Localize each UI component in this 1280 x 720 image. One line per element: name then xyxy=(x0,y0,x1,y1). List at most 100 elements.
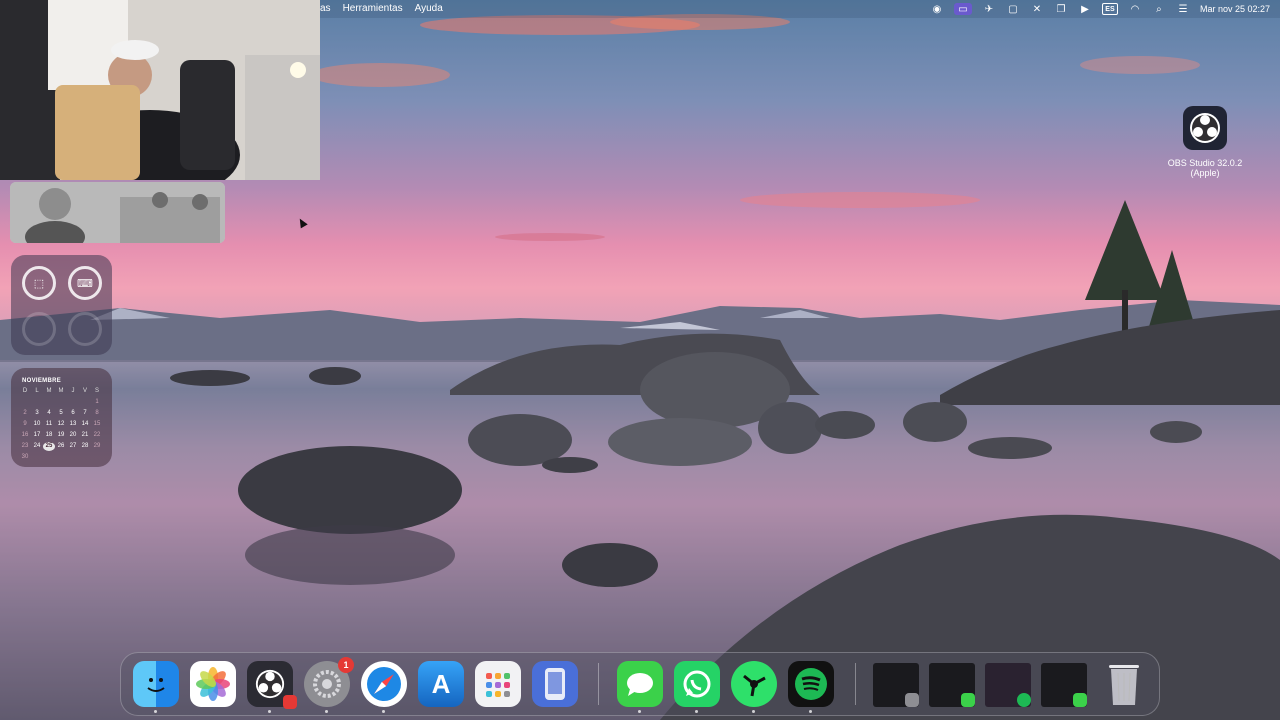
recording-indicator-icon xyxy=(283,695,297,709)
notification-badge: 1 xyxy=(338,657,354,673)
safari-icon xyxy=(367,667,401,701)
dock-settings[interactable]: 1 xyxy=(304,657,354,713)
simulator-icon xyxy=(545,668,565,700)
window-icon[interactable]: ❐ xyxy=(1054,3,1068,15)
display-icon[interactable]: ▢ xyxy=(1006,3,1020,15)
calendar-day: 3 xyxy=(35,410,39,416)
spotlight-icon[interactable]: ⌕ xyxy=(1152,3,1166,15)
dock-appstore[interactable]: A xyxy=(418,661,464,707)
calendar-weekday: D xyxy=(22,388,28,394)
calendar-day: 30 xyxy=(21,454,29,460)
window-thumb-4[interactable] xyxy=(1041,663,1087,707)
dock-obs[interactable] xyxy=(247,661,297,713)
calendar-day: 15 xyxy=(93,421,101,427)
control-center-icon[interactable]: ☰ xyxy=(1176,3,1190,15)
calendar-weekday: L xyxy=(35,388,39,394)
calendar-day xyxy=(43,453,55,462)
mute-icon[interactable]: ✕ xyxy=(1030,3,1044,15)
calendar-weekday: J xyxy=(71,388,75,394)
launchpad-icon xyxy=(486,673,510,697)
window-thumb-1[interactable] xyxy=(873,663,919,707)
calendar-day: 21 xyxy=(81,432,89,438)
keyboard-icon: ⌨ xyxy=(77,277,93,290)
calendar-weekday: M xyxy=(58,388,64,394)
calendar-today: 25 xyxy=(43,442,55,451)
dock-photos[interactable] xyxy=(190,661,236,707)
finder-icon xyxy=(147,678,165,692)
calendar-day: 1 xyxy=(95,399,99,405)
calendar-day xyxy=(55,453,67,462)
dock-launchpad[interactable] xyxy=(475,661,521,707)
dock-spotify[interactable] xyxy=(788,661,834,713)
calendar-day: 8 xyxy=(95,410,99,416)
secondary-camera-image xyxy=(10,182,225,243)
calendar-day: 14 xyxy=(81,421,89,427)
dock-whatsapp[interactable] xyxy=(674,661,720,713)
calendar-day: 27 xyxy=(69,443,77,449)
secondary-camera-overlay xyxy=(10,182,225,243)
messages-icon xyxy=(961,693,975,707)
dock-simulator[interactable] xyxy=(532,661,578,707)
obs-status-icon[interactable]: ◉ xyxy=(930,3,944,15)
spotify-icon xyxy=(1017,693,1031,707)
input-source-icon[interactable]: ES xyxy=(1101,3,1118,15)
calendar-day xyxy=(43,398,55,407)
menu-item-partial[interactable]: as xyxy=(320,3,331,14)
calendar-day xyxy=(79,398,91,407)
calendar-weekday: S xyxy=(94,388,99,394)
empty-battery-slot xyxy=(22,312,56,346)
vpn-icon[interactable]: ✈ xyxy=(982,3,996,15)
calendar-weekday: M xyxy=(46,388,52,394)
window-thumb-2[interactable] xyxy=(929,663,975,707)
calendar-day xyxy=(79,453,91,462)
dock-separator xyxy=(855,663,856,705)
settings-icon xyxy=(313,670,341,698)
calendar-day: 7 xyxy=(83,410,87,416)
calendar-day: 19 xyxy=(57,432,65,438)
running-indicator xyxy=(638,710,641,713)
menu-item-herramientas[interactable]: Herramientas xyxy=(343,3,403,14)
running-indicator xyxy=(382,710,385,713)
calendar-day: 4 xyxy=(47,410,51,416)
batteries-widget[interactable]: ⬚ ⌨ xyxy=(11,255,112,355)
webcam-feed-image xyxy=(0,0,320,180)
calendar-widget[interactable]: NOVIEMBRE D L M M J V S 1 2 3 4 5 6 7 8 9 10 11 12 13 14 15 16… xyxy=(11,368,112,467)
mouse-battery-ring: ⬚ xyxy=(22,266,56,300)
dock-safari[interactable] xyxy=(361,661,407,713)
calendar-day: 28 xyxy=(81,443,89,449)
dock-trash[interactable] xyxy=(1101,661,1147,707)
desktop-icon-label: OBS Studio 32.0.2 xyxy=(1167,158,1243,168)
screen-record-icon[interactable]: ▭ xyxy=(953,3,972,15)
dock-messages[interactable] xyxy=(617,661,663,713)
running-indicator xyxy=(809,710,812,713)
calendar-day xyxy=(55,398,67,407)
menubar-clock[interactable]: Mar nov 25 02:27 xyxy=(1200,4,1270,14)
desktop-icon-obs[interactable]: OBS Studio 32.0.2 (Apple) xyxy=(1160,106,1250,178)
calendar-day: 24 xyxy=(33,443,41,449)
calendar-grid: D L M M J V S 1 2 3 4 5 6 7 8 9 10 11 12 13 14 15 16 17 18 19 20 21… xyxy=(19,387,105,462)
whatsapp-icon xyxy=(683,670,711,698)
dock-finder[interactable] xyxy=(133,661,179,713)
calendar-day: 2 xyxy=(23,410,27,416)
appstore-icon: A xyxy=(431,668,451,699)
window-thumb-3[interactable] xyxy=(985,663,1031,707)
dock-separator xyxy=(598,663,599,705)
obs-icon xyxy=(255,669,285,699)
menu-item-ayuda[interactable]: Ayuda xyxy=(415,3,443,14)
dock-spark[interactable] xyxy=(731,661,777,713)
keyboard-battery-ring: ⌨ xyxy=(68,266,102,300)
webcam-overlay xyxy=(0,0,320,180)
play-icon[interactable]: ▶ xyxy=(1078,3,1092,15)
photos-icon xyxy=(196,667,230,701)
calendar-day xyxy=(31,398,43,407)
calendar-day: 16 xyxy=(21,432,29,438)
mouse-icon: ⬚ xyxy=(33,277,45,290)
calendar-day xyxy=(19,398,31,407)
calendar-day: 13 xyxy=(69,421,77,427)
running-indicator xyxy=(268,710,271,713)
calendar-weekday: V xyxy=(82,388,87,394)
calendar-day xyxy=(67,398,79,407)
wifi-icon[interactable]: ◠ xyxy=(1128,3,1142,15)
dock: 1 A xyxy=(120,652,1160,716)
calendar-day: 17 xyxy=(33,432,41,438)
